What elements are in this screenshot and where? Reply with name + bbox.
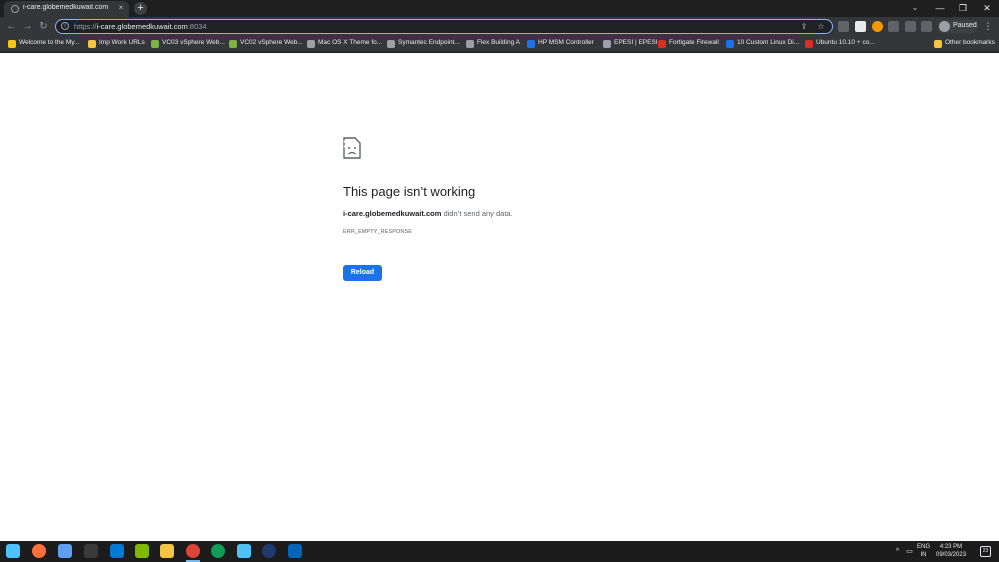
toolbar: ← → ↻ i https://i-care.globemedkuwait.co… [0,17,999,36]
edge-icon[interactable] [211,544,225,558]
tab-search-icon[interactable]: ⌄ [910,3,920,13]
bookmark-label: Ubuntu 10.10 + co... [816,39,875,46]
info-icon[interactable]: i [61,22,69,30]
bookmark-label: VC02 vSphere Web... [240,39,303,46]
bookmark-label: Symantec Endpoint... [398,39,460,46]
language-code: ENG [917,544,931,550]
tab-title: i-care.globemedkuwait.com [23,4,109,11]
clock[interactable]: 4:23 PM 09/03/2023 [936,543,966,559]
fortinet-icon [658,40,666,48]
bookmark-label: 10 Custom Linux Di... [737,39,800,46]
bookmark-label: Fortigate Firewall [669,39,719,46]
globe-icon [466,40,474,48]
url-port: :8034 [187,22,207,31]
bookmark-favicon-icon [8,40,16,48]
bookmark-label: HP MSM Controller [538,39,594,46]
browser-window: i-care.globemedkuwait.com × + ⌄ — ❐ ✕ ← … [0,0,999,562]
bookmark-favicon-icon [307,40,315,48]
extension-icon[interactable] [888,21,899,32]
keepass-icon[interactable] [262,544,276,558]
tray-chevron-icon[interactable]: ^ [892,546,903,557]
bookmark-star-icon[interactable]: ☆ [815,21,827,32]
minimize-button[interactable]: — [928,1,952,15]
url-text[interactable]: https://i-care.globemedkuwait.com:8034 [74,22,207,31]
terminal-icon[interactable] [84,544,98,558]
youtube-icon [805,40,813,48]
new-tab-button[interactable]: + [134,2,147,15]
close-window-button[interactable]: ✕ [975,1,999,15]
error-code: ERR_EMPTY_RESPONSE [343,229,413,235]
url-scheme: https:// [74,22,97,31]
url-host: i-care.globemedkuwait.com [96,22,188,31]
bookmark-favicon-icon [229,40,237,48]
bookmark-label: Imp Work URLs [99,39,145,46]
share-icon[interactable]: ⇪ [798,21,810,32]
puzzle-icon[interactable] [905,21,916,32]
bookmark-favicon-icon [151,40,159,48]
error-description: didn’t send any data. [443,209,513,218]
bookmark-label: Other bookmarks [945,39,995,46]
bookmark-favicon-icon [726,40,734,48]
error-title: This page isn’t working [343,184,476,199]
folder-icon [934,40,942,48]
bookmark-label: Mac OS X Theme fo... [318,39,383,46]
chrome-icon[interactable] [186,544,200,558]
back-button[interactable]: ← [5,20,18,33]
tab-close-icon[interactable]: × [116,3,126,13]
profile-status: Paused [953,22,977,29]
error-message: i-care.globemedkuwait.com didn’t send an… [343,209,513,218]
language-region: IN [920,552,927,558]
network-icon[interactable] [135,544,149,558]
sad-page-icon [343,137,361,159]
clock-date: 09/03/2023 [936,552,967,558]
address-bar[interactable]: i https://i-care.globemedkuwait.com:8034… [55,19,833,34]
language-indicator[interactable]: ENG IN [917,543,930,559]
start-icon[interactable] [6,544,20,558]
remote-desktop-icon[interactable] [110,544,124,558]
clock-time: 4:23 PM [939,544,963,550]
outlook-icon[interactable] [288,544,302,558]
restore-button[interactable]: ❐ [951,1,975,15]
notepad-icon[interactable] [237,544,251,558]
notification-center-icon[interactable]: 23 [980,546,991,557]
kebab-menu-icon[interactable]: ⋮ [983,20,993,33]
reload-button[interactable]: Reload [343,265,382,281]
bookmark-label: EPESI | EPESI [614,39,658,46]
globe-icon [11,5,19,13]
hp-logo-icon [527,40,535,48]
file-explorer-icon[interactable] [160,544,174,558]
bookmark-label: Welcome to the My... [19,39,80,46]
extension-icon[interactable] [855,21,866,32]
tab-strip: i-care.globemedkuwait.com × + ⌄ — ❐ ✕ [0,0,999,17]
display-icon[interactable]: ▭ [904,546,915,557]
page-content: This page isn’t working i-care.globemedk… [0,53,999,541]
extension-icon[interactable] [838,21,849,32]
side-panel-icon[interactable] [921,21,932,32]
globe-icon [603,40,611,48]
tab-active[interactable]: i-care.globemedkuwait.com × [4,1,129,17]
extension-icon[interactable] [872,21,883,32]
bookmarks-bar: Welcome to the My... Imp Work URLs VC03 … [0,36,999,52]
reload-icon[interactable]: ↻ [37,20,50,33]
taskbar: ^ ▭ ENG IN 4:23 PM 09/03/2023 23 [0,541,999,562]
avatar [939,21,950,32]
globe-icon [387,40,395,48]
forward-button[interactable]: → [21,20,34,33]
firefox-icon[interactable] [32,544,46,558]
bookmark-label: VC03 vSphere Web... [162,39,225,46]
profile-button[interactable]: Paused [937,20,978,33]
bookmark-label: Flex Building A [477,39,520,46]
folder-icon [88,40,96,48]
people-icon[interactable] [58,544,72,558]
error-host: i-care.globemedkuwait.com [343,209,442,218]
